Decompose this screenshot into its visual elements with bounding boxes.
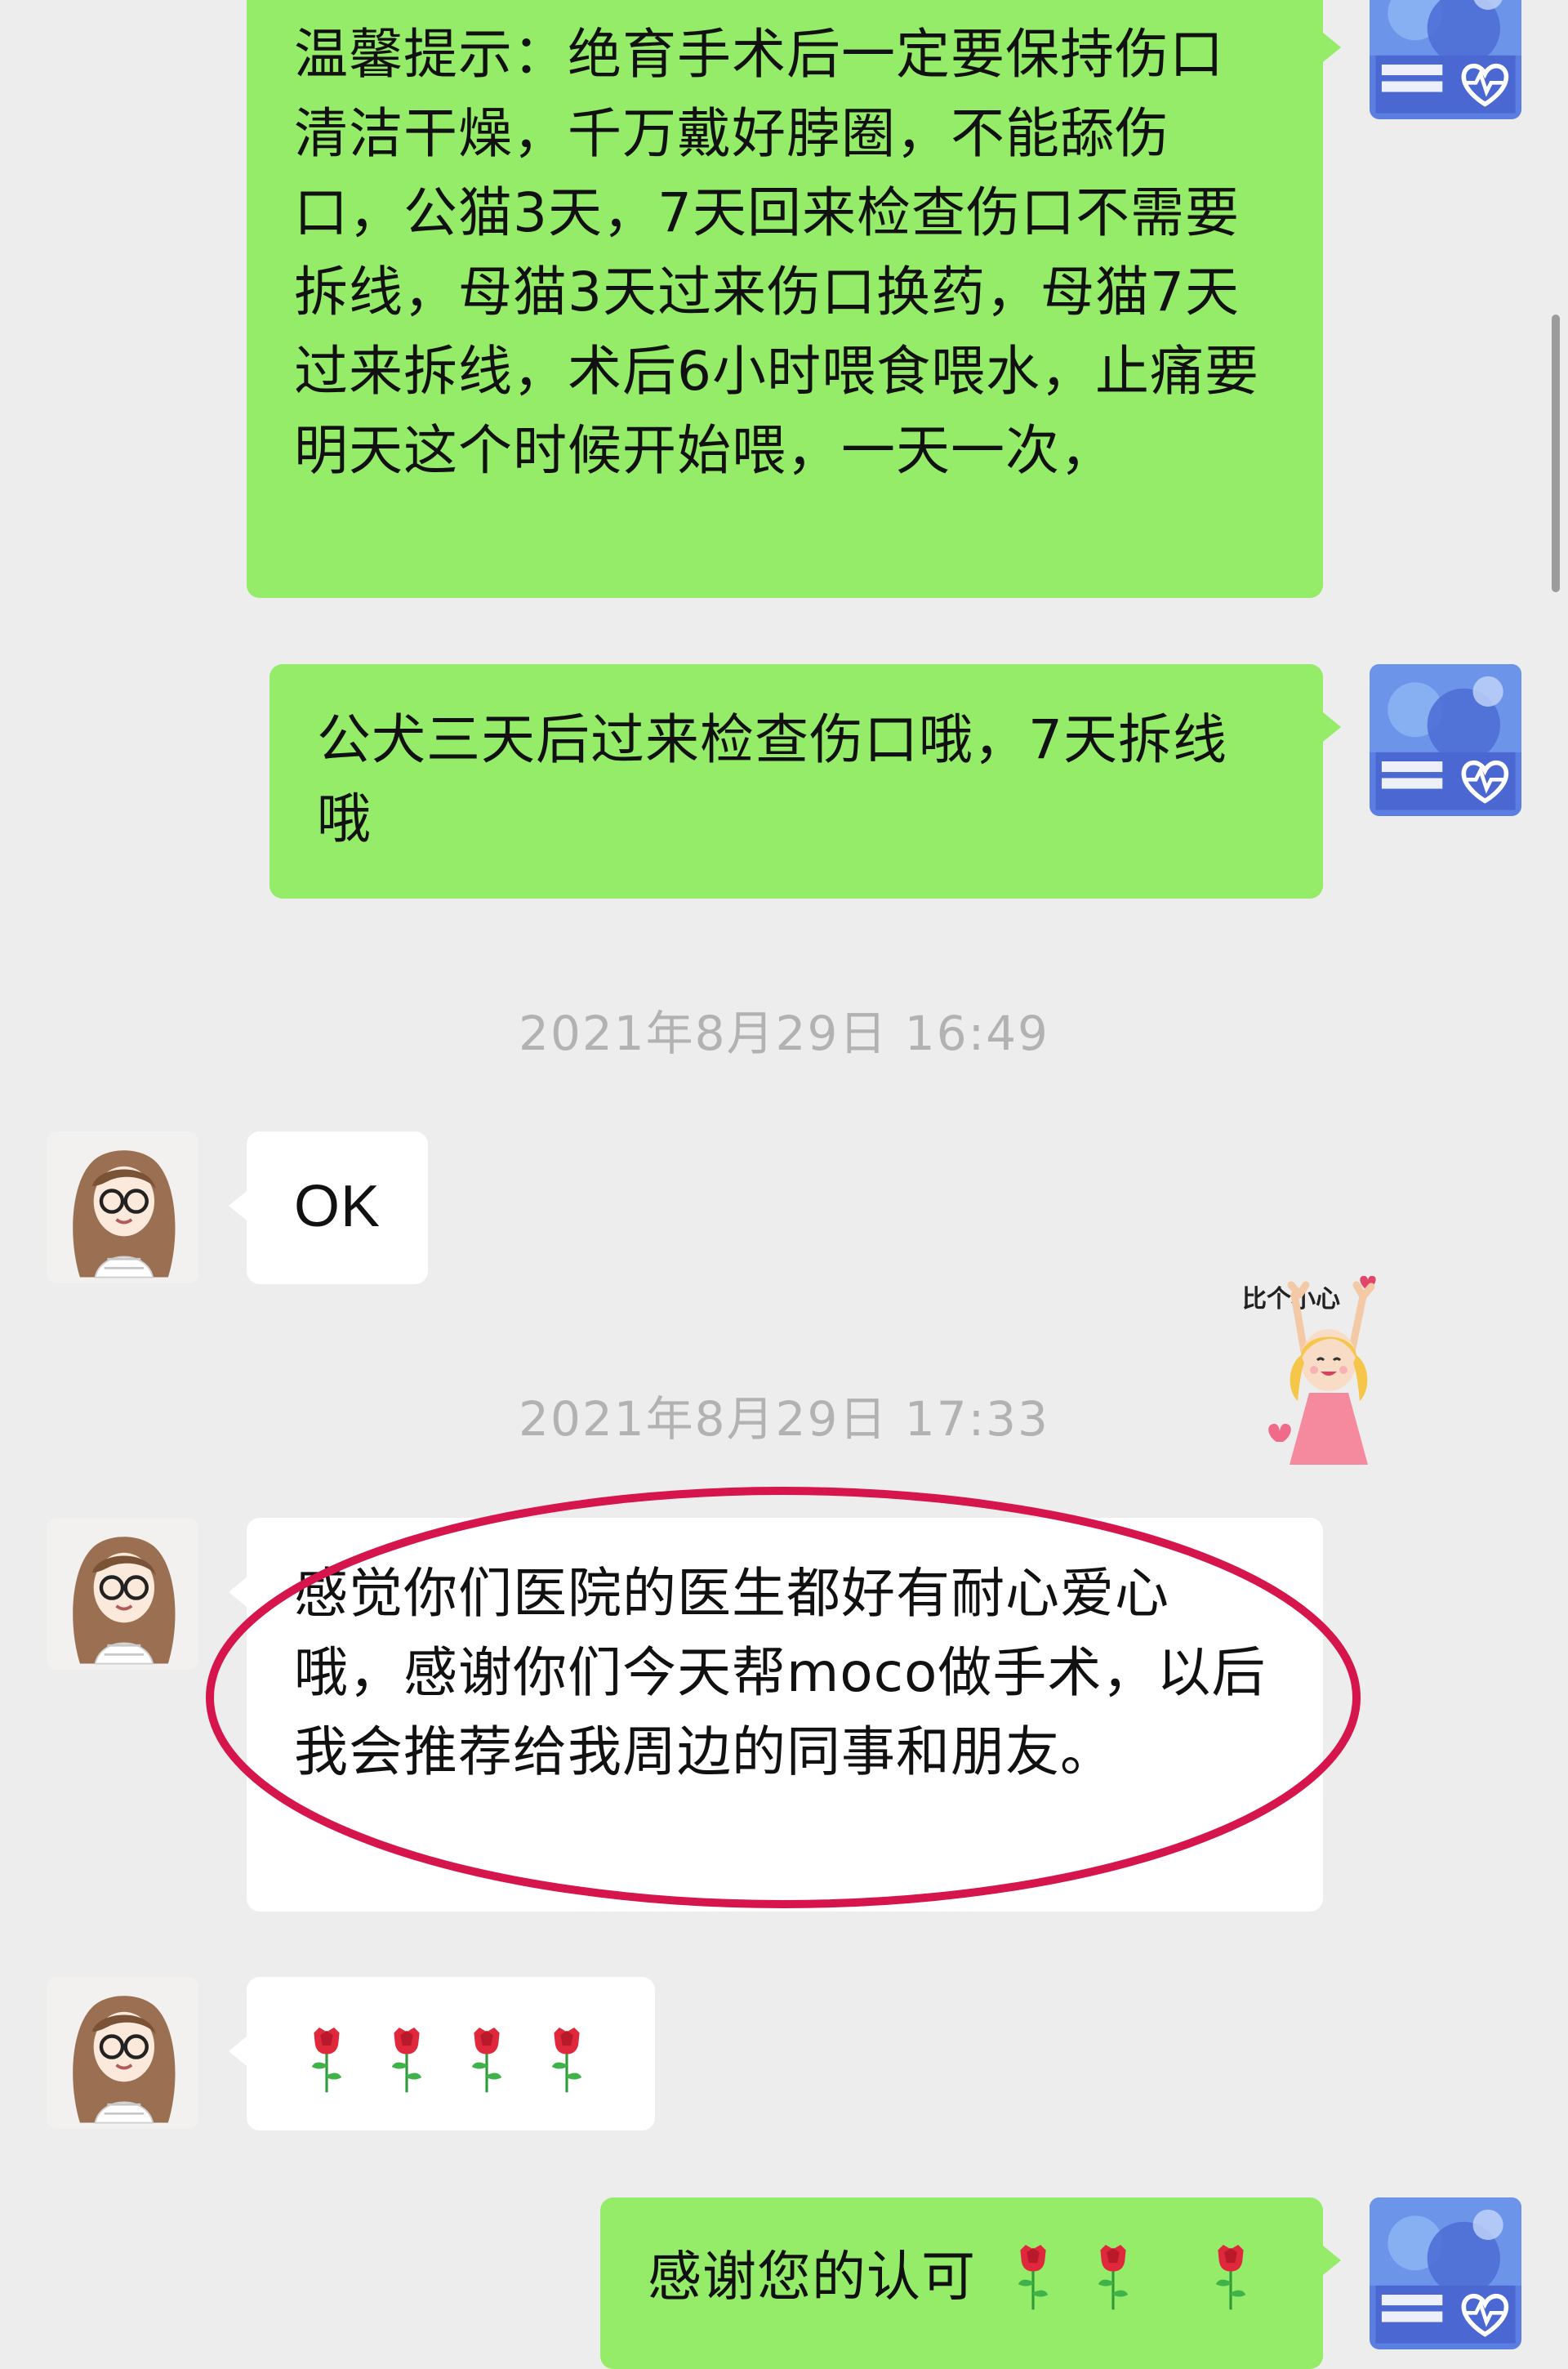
message-text: 感谢您的认可 [648, 2245, 976, 2309]
message-bubble[interactable]: 公犬三天后过来检查伤口哦，7天拆线哦 [270, 664, 1323, 899]
bubble-tail [1323, 712, 1341, 742]
timestamp: 2021年8月29日 16:49 [519, 1006, 1049, 1061]
rose-icon [546, 2024, 588, 2095]
hospital-avatar-icon[interactable] [1370, 664, 1521, 816]
bubble-tail [1323, 2246, 1341, 2275]
hospital-avatar-icon[interactable] [1370, 0, 1521, 119]
rose-icon [305, 2024, 348, 2095]
chat-view[interactable]: 温馨提示：绝育手术后一定要保持伤口清洁干燥，千万戴好脖圈，不能舔伤口，公猫3天，… [0, 0, 1568, 2369]
bubble-tail [229, 1191, 247, 1220]
message-bubble[interactable]: 感谢您的认可 [600, 2197, 1323, 2369]
message-text: 温馨提示：绝育手术后一定要保持伤口清洁干燥，千万戴好脖圈，不能舔伤口，公猫3天，… [294, 23, 1259, 482]
message-bubble[interactable]: OK [247, 1131, 428, 1284]
timestamp: 2021年8月29日 17:33 [519, 1391, 1049, 1447]
rose-icon [1209, 2242, 1252, 2312]
red-ellipse-highlight [206, 1487, 1361, 1908]
message-text: OK [294, 1174, 381, 1239]
rose-icon [1092, 2242, 1134, 2312]
message-bubble[interactable]: 温馨提示：绝育手术后一定要保持伤口清洁干燥，千万戴好脖圈，不能舔伤口，公猫3天，… [247, 0, 1323, 598]
customer-avatar-icon[interactable] [47, 1518, 198, 1670]
customer-avatar-icon[interactable] [47, 1131, 198, 1283]
message-text: 公犬三天后过来检查伤口哦，7天拆线哦 [317, 708, 1227, 850]
customer-avatar-icon[interactable] [47, 1977, 198, 2129]
hospital-avatar-icon[interactable] [1370, 2197, 1521, 2349]
rose-icon [466, 2024, 508, 2095]
bubble-tail [229, 2037, 247, 2066]
bubble-tail [1323, 33, 1341, 62]
rose-icon [1012, 2242, 1054, 2312]
scrollbar[interactable] [1552, 315, 1560, 592]
rose-icon [385, 2024, 428, 2095]
message-bubble[interactable] [247, 1977, 655, 2130]
